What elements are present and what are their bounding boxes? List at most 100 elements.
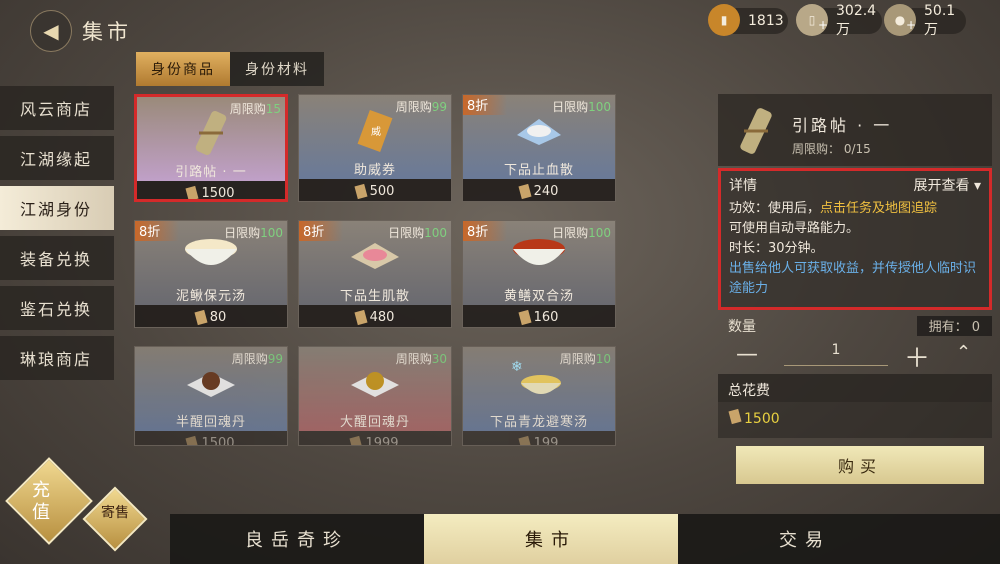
cold-soup-icon: ❄ (511, 359, 561, 394)
detail-effect: 功效：使用后，点击任务及地图追踪 可使用自动寻路能力。 (729, 199, 981, 239)
tab-identity-goods[interactable]: 身份商品 (136, 52, 230, 86)
tab-trade[interactable]: 交易 (678, 514, 932, 564)
item-name: 引路帖 · 一 (175, 165, 247, 180)
limit-label: 周限购 (229, 102, 266, 116)
item-card[interactable]: 8折 日限购100 泥鳅保元汤 80 (134, 220, 288, 328)
shop-sidebar: 风云商店 江湖缘起 江湖身份 装备兑换 鉴石兑换 琳琅商店 (0, 86, 114, 386)
total-cost: 1500 (718, 402, 992, 438)
svg-text:❄: ❄ (511, 359, 523, 375)
item-card[interactable]: 8折 日限购100 下品生肌散 480 (298, 220, 452, 328)
max-icon[interactable]: ⌃ (956, 342, 971, 363)
detail-description-box: 详情 展开查看 ▾ 功效：使用后，点击任务及地图追踪 可使用自动寻路能力。 时长：… (718, 168, 992, 310)
limit-label: 日限购 (552, 226, 589, 240)
discount-badge: 8折 (463, 95, 507, 115)
discount-badge: 8折 (463, 221, 507, 241)
discount-badge: 8折 (299, 221, 343, 241)
price-value: 160 (533, 309, 559, 325)
price-icon (518, 309, 532, 325)
item-card[interactable]: 周限购15 引路帖 · 一 1500 (134, 94, 288, 202)
detail-limit: 周限购： 0/15 (792, 142, 871, 156)
total-cost-label: 总花费 (718, 374, 992, 402)
chevron-down-icon: ▾ (973, 178, 981, 194)
detail-header: 引路帖 · 一 周限购： 0/15 (718, 94, 992, 166)
limit-value: 10 (595, 352, 611, 366)
limit-label: 日限购 (388, 226, 425, 240)
expand-toggle[interactable]: 展开查看 ▾ (914, 175, 981, 195)
price-icon (194, 309, 208, 325)
sidebar-item-jianghu-origin[interactable]: 江湖缘起 (0, 136, 114, 180)
item-price: 160 (463, 305, 615, 327)
sidebar-item-equipment[interactable]: 装备兑换 (0, 236, 114, 280)
limit-value: 99 (267, 352, 283, 366)
expand-label: 展开查看 (913, 178, 970, 194)
price-icon (518, 435, 532, 445)
sidebar-item-fengyun[interactable]: 风云商店 (0, 86, 114, 130)
price-icon (185, 185, 199, 199)
price-value: 80 (209, 309, 227, 325)
tab-market[interactable]: 集市 (424, 514, 678, 564)
buy-button[interactable]: 购买 (736, 446, 984, 484)
item-detail-panel: 引路帖 · 一 周限购： 0/15 详情 展开查看 ▾ 功效：使用后，点击任务及… (718, 94, 992, 484)
price-icon (728, 408, 742, 425)
currency-scroll[interactable]: ▯ + 302.4万 (796, 3, 882, 38)
ticket-icon: 威 (357, 109, 393, 153)
item-name: 下品止血散 (503, 163, 574, 178)
item-price: 1999 (299, 431, 451, 445)
item-price: 80 (135, 305, 287, 327)
item-price: 500 (299, 179, 451, 201)
tab-identity-materials[interactable]: 身份材料 (230, 52, 324, 86)
total-value: 1500 (744, 411, 780, 427)
item-card[interactable]: 威 周限购99 助威券 500 (298, 94, 452, 202)
price-icon (185, 435, 199, 445)
item-card[interactable]: 周限购99 半醒回魂丹 1500 (134, 346, 288, 446)
effect-highlight: 点击任务及地图追踪 (820, 201, 938, 216)
svg-text:威: 威 (371, 125, 381, 138)
currency-token[interactable]: ▮ 1813 (708, 4, 788, 36)
detail-section-label: 详情 (729, 178, 757, 194)
limit-value: 99 (431, 100, 447, 114)
back-arrow-icon[interactable]: ◀ (30, 10, 72, 52)
item-card[interactable]: 8折 日限购100 下品止血散 240 (462, 94, 616, 202)
limit-label: 周限购 (559, 352, 596, 366)
plus-icon[interactable]: ＋ (904, 338, 930, 375)
plus-icon: + (818, 18, 829, 32)
effect-suffix: 可使用自动寻路能力。 (729, 221, 860, 236)
limit-value: 15 (265, 102, 281, 116)
detail-item-name: 引路帖 · 一 (792, 116, 893, 135)
top-bar: ◀ 集市 ▮ 1813 ▯ + 302.4万 ● + 50.1万 (0, 0, 1000, 52)
limit-label: 日限购 (552, 100, 589, 114)
limit-value: 100 (588, 226, 611, 240)
price-icon (349, 435, 363, 445)
sidebar-item-linlang[interactable]: 琳琅商店 (0, 336, 114, 380)
item-card[interactable]: 8折 日限购100 黄鳝双合汤 160 (462, 220, 616, 328)
consign-label: 寄售 (101, 505, 129, 521)
detail-sell-note: 出售给他人可获取收益，并传授他人临时识途能力 (729, 261, 977, 296)
item-card[interactable]: ❄ 周限购10 下品青龙避寒汤 199 (462, 346, 616, 446)
sidebar-item-jianghu-identity[interactable]: 江湖身份 (0, 186, 114, 230)
quantity-field[interactable]: 1 (784, 342, 888, 366)
price-value: 480 (369, 309, 395, 325)
item-name: 大醒回魂丹 (339, 415, 410, 430)
item-name: 黄鳝双合汤 (503, 289, 574, 304)
minus-icon[interactable]: — (736, 342, 758, 367)
currency-coin[interactable]: ● + 50.1万 (884, 3, 966, 38)
item-name: 半醒回魂丹 (175, 415, 246, 430)
item-price: 1500 (137, 181, 285, 201)
price-value: 1500 (201, 435, 235, 446)
sidebar-item-stone[interactable]: 鉴石兑换 (0, 286, 114, 330)
price-value: 199 (533, 435, 559, 446)
limit-label: 周限购 (231, 352, 268, 366)
currency-value: 302.4万 (836, 3, 877, 38)
price-value: 1500 (201, 185, 235, 201)
limit-value: 100 (424, 226, 447, 240)
item-card[interactable]: 周限购30 大醒回魂丹 1999 (298, 346, 452, 446)
limit-label: 日限购 (224, 226, 261, 240)
category-tabs: 身份商品 身份材料 (136, 52, 324, 86)
scroll-icon (195, 110, 227, 156)
token-icon: ▮ (708, 4, 740, 36)
tab-treasures[interactable]: 良岳奇珍 (170, 514, 424, 564)
price-icon (518, 183, 532, 199)
owned-value: 0 (971, 320, 980, 335)
quantity-label: 数量 (728, 319, 756, 335)
plus-icon: + (906, 18, 917, 32)
